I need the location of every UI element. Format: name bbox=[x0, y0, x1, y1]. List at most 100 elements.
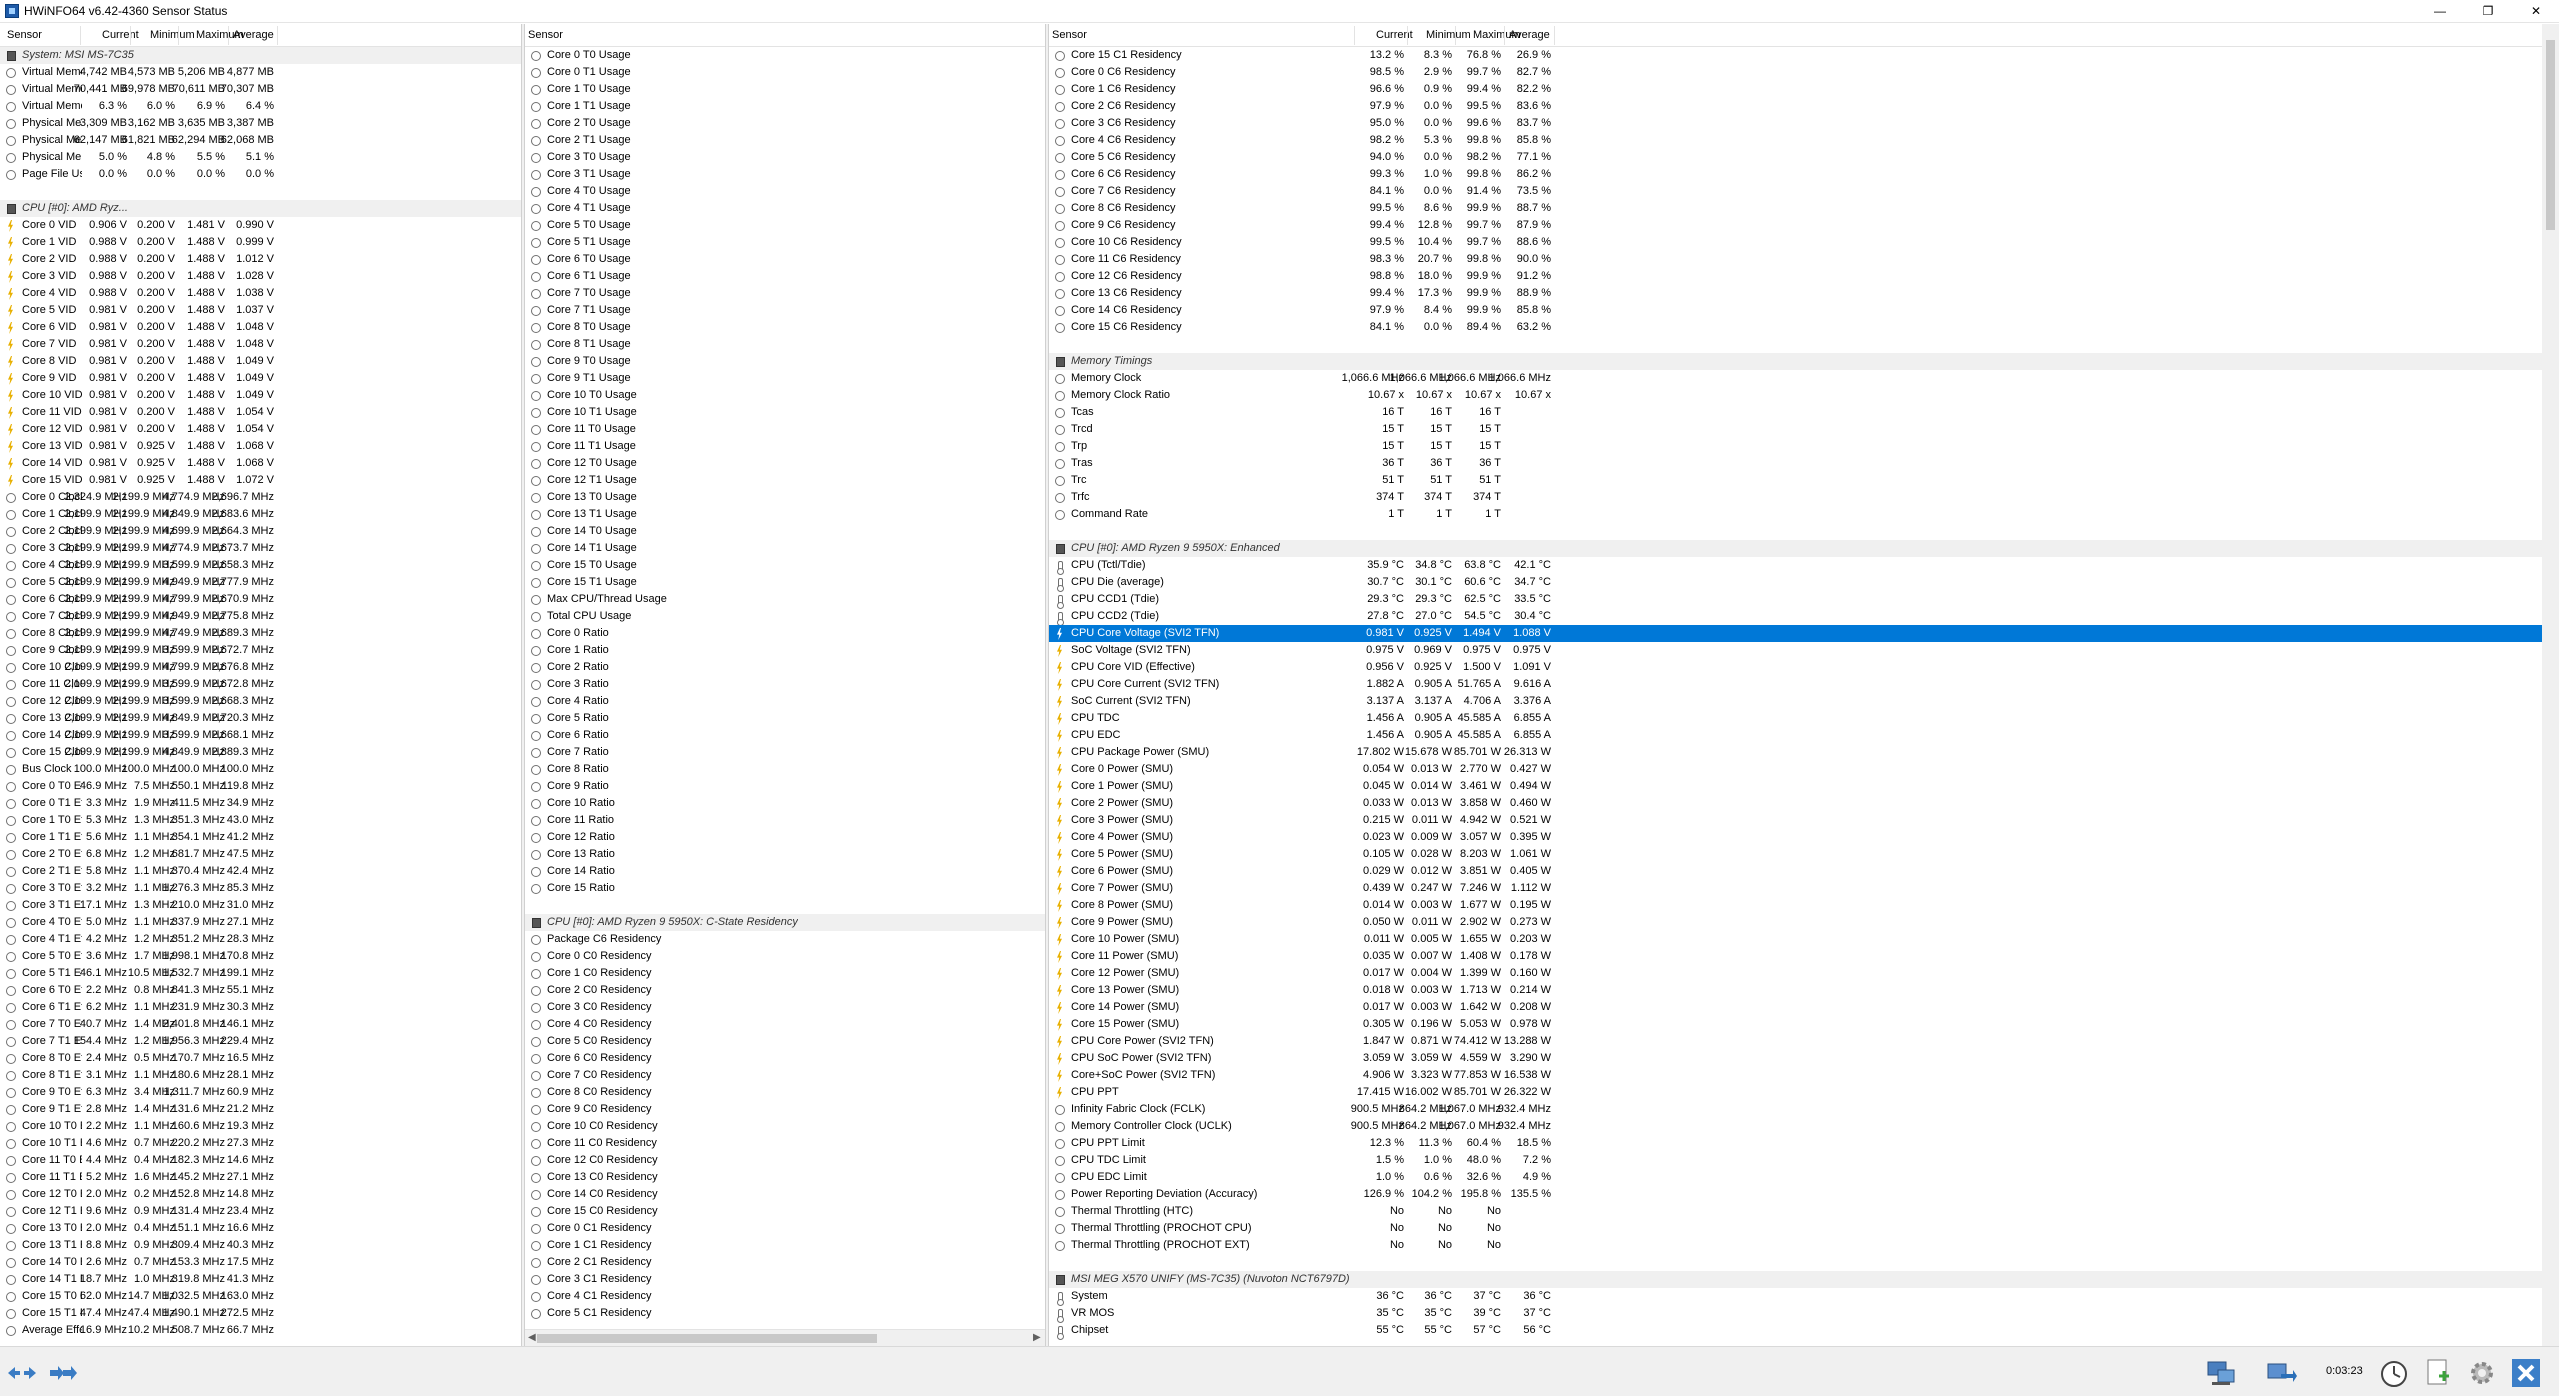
sensor-row-core-8-clock-perf[interactable]: Core 8 Clock (perf ...2,199.9 MHz2,199.9… bbox=[0, 625, 521, 642]
sensor-row-core-4-c6-residency[interactable]: Core 4 C6 Residency 98.2 % 5.3 % 99.8 % 85.8… bbox=[1049, 132, 2542, 149]
sensor-row-core-8-t1-usage[interactable]: Core 8 T1 Usage bbox=[525, 336, 1045, 353]
sensor-row-core-0-c0-residency[interactable]: Core 0 C0 Residency bbox=[525, 948, 1045, 965]
sensor-row-core-14-c0-residency[interactable]: Core 14 C0 Residency bbox=[525, 1186, 1045, 1203]
close-window-button[interactable]: ✕ bbox=[2513, 0, 2559, 22]
sensor-row-core-11-t0-usage[interactable]: Core 11 T0 Usage bbox=[525, 421, 1045, 438]
sensor-row-core-11-ratio[interactable]: Core 11 Ratio bbox=[525, 812, 1045, 829]
sensor-row-core-9-t1-usage[interactable]: Core 9 T1 Usage bbox=[525, 370, 1045, 387]
sensor-group-header[interactable]: CPU [#0]: AMD Ryzen 9 5950X: C-State Res… bbox=[525, 914, 1045, 931]
sensor-row-core-4-t1-effective[interactable]: Core 4 T1 Effective... 4.2 MHz 1.2 MHz351.… bbox=[0, 931, 521, 948]
sensor-row-core-11-vid[interactable]: Core 11 VID 0.981 V 0.200 V 1.488 V 1.054 V bbox=[0, 404, 521, 421]
sensor-row-core-8-ratio[interactable]: Core 8 Ratio bbox=[525, 761, 1045, 778]
sensor-row-soc-current-svi2-tfn[interactable]: SoC Current (SVI2 TFN) 3.137 A 3.137 A 4.70… bbox=[1049, 693, 2542, 710]
sensor-row-command-rate[interactable]: Command Rate 1 T 1 T 1 T bbox=[1049, 506, 2542, 523]
sensor-row-core-5-vid[interactable]: Core 5 VID 0.981 V 0.200 V 1.488 V 1.037 V bbox=[0, 302, 521, 319]
sensor-row-core-7-c6-residency[interactable]: Core 7 C6 Residency 84.1 % 0.0 % 91.4 % 73.5… bbox=[1049, 183, 2542, 200]
sensor-group-header[interactable]: CPU [#0]: AMD Ryz... bbox=[0, 200, 521, 217]
sensor-row-core-10-t0-usage[interactable]: Core 10 T0 Usage bbox=[525, 387, 1045, 404]
sensor-row-virtual-memory-com[interactable]: Virtual Memory Com...4,742 MB4,573 MB5,2… bbox=[0, 64, 521, 81]
sensor-row-chipset[interactable]: Chipset 55 °C 55 °C 57 °C 56 °C bbox=[1049, 1322, 2542, 1340]
sensor-row-core-5-t1-usage[interactable]: Core 5 T1 Usage bbox=[525, 234, 1045, 251]
sensor-row-average-effective[interactable]: Average Effective ...16.9 MHz10.2 MHz508… bbox=[0, 1322, 521, 1339]
sensor-group-header[interactable]: System: MSI MS-7C35 bbox=[0, 47, 521, 64]
sensor-row-core-14-t1-usage[interactable]: Core 14 T1 Usage bbox=[525, 540, 1045, 557]
sensor-panel-3[interactable]: Sensor Current Minimum Maximum Average C… bbox=[1049, 24, 2542, 1346]
sensor-row-core-3-clock-perf[interactable]: Core 3 Clock (perf ...2,199.9 MHz2,199.9… bbox=[0, 540, 521, 557]
sensor-row-core-15-clock-perf[interactable]: Core 15 Clock (perf...2,199.9 MHz2,199.9… bbox=[0, 744, 521, 761]
sensor-row-cpu-core-power-svi2-tfn[interactable]: CPU Core Power (SVI2 TFN) 1.847 W 0.871 W7… bbox=[1049, 1033, 2542, 1050]
sensor-row-core-7-t1-usage[interactable]: Core 7 T1 Usage bbox=[525, 302, 1045, 319]
sensor-row-core-10-vid[interactable]: Core 10 VID 0.981 V 0.200 V 1.488 V 1.049 V bbox=[0, 387, 521, 404]
sensor-row-core-8-c0-residency[interactable]: Core 8 C0 Residency bbox=[525, 1084, 1045, 1101]
header-sensor[interactable]: Sensor bbox=[7, 29, 42, 41]
sensor-row-core-1-t1-effective[interactable]: Core 1 T1 Effective... 5.6 MHz 1.1 MHz354.… bbox=[0, 829, 521, 846]
sensor-row-cpu-ppt-limit[interactable]: CPU PPT Limit 12.3 % 11.3 % 60.4 % 18.5 % bbox=[1049, 1135, 2542, 1152]
sensor-row-thermal-throttling-htc[interactable]: Thermal Throttling (HTC) No No No bbox=[1049, 1203, 2542, 1220]
sensor-row-memory-clock[interactable]: Memory Clock 1,066.6 MHz 1,066.6 MHz 1,066.… bbox=[1049, 370, 2542, 387]
sensor-row-core-15-c0-residency[interactable]: Core 15 C0 Residency bbox=[525, 1203, 1045, 1220]
sensor-row-power-reporting-deviation-accuracy[interactable]: Power Reporting Deviation (Accuracy) 126.… bbox=[1049, 1186, 2542, 1203]
sensor-row-core-7-clock-perf[interactable]: Core 7 Clock (perf ...2,199.9 MHz2,199.9… bbox=[0, 608, 521, 625]
sensor-row-cpu-ccd1-tdie[interactable]: CPU CCD1 (Tdie) 29.3 °C 29.3 °C 62.5 °C 33.5… bbox=[1049, 591, 2542, 609]
sensor-row-core-7-t1-effective[interactable]: Core 7 T1 Effective...154.4 MHz1.2 MHz1,… bbox=[0, 1033, 521, 1050]
sensor-row-core-3-t0-effective[interactable]: Core 3 T0 Effective...3.2 MHz1.1 MHz1,27… bbox=[0, 880, 521, 897]
panel-2-horizontal-scrollbar[interactable]: ◀ ▶ bbox=[525, 1329, 1045, 1346]
sensor-row-cpu-tdc-limit[interactable]: CPU TDC Limit 1.5 % 1.0 % 48.0 % 7.2 % bbox=[1049, 1152, 2542, 1169]
sensor-row-cpu-edc[interactable]: CPU EDC 1.456 A 0.905 A 45.585 A 6.855 A bbox=[1049, 727, 2542, 744]
sensor-row-core-11-t0-effectiv[interactable]: Core 11 T0 Effectiv... 4.4 MHz 0.4 MHz182.… bbox=[0, 1152, 521, 1169]
navigate-columns-button[interactable] bbox=[4, 1355, 38, 1389]
sensor-row-tcas[interactable]: Tcas 16 T 16 T 16 T bbox=[1049, 404, 2542, 421]
vertical-scrollbar[interactable] bbox=[2542, 24, 2559, 1346]
sensor-row-core-12-vid[interactable]: Core 12 VID 0.981 V 0.200 V 1.488 V 1.054 V bbox=[0, 421, 521, 438]
sensor-row-core-8-vid[interactable]: Core 8 VID 0.981 V 0.200 V 1.488 V 1.049 V bbox=[0, 353, 521, 370]
sensor-row-core-3-t1-effective[interactable]: Core 3 T1 Effective...17.1 MHz 1.3 MHz210… bbox=[0, 897, 521, 914]
sensor-row-core-13-t1-usage[interactable]: Core 13 T1 Usage bbox=[525, 506, 1045, 523]
sensor-row-core-13-ratio[interactable]: Core 13 Ratio bbox=[525, 846, 1045, 863]
sensor-row-infinity-fabric-clock-fclk[interactable]: Infinity Fabric Clock (FCLK) 900.5 MHz 864… bbox=[1049, 1101, 2542, 1118]
sensor-row-core-1-c6-residency[interactable]: Core 1 C6 Residency 96.6 % 0.9 % 99.4 % 82.2… bbox=[1049, 81, 2542, 98]
sensor-row-physical-memory-load[interactable]: Physical Memory Load 5.0 % 4.8 % 5.5 % 5.1 % bbox=[0, 149, 521, 166]
sensor-row-core-10-c6-residency[interactable]: Core 10 C6 Residency 99.5 % 10.4 % 99.7 % 88… bbox=[1049, 234, 2542, 251]
sensor-row-core-9-t0-effective[interactable]: Core 9 T0 Effective...6.3 MHz3.4 MHz1,31… bbox=[0, 1084, 521, 1101]
settings-button[interactable] bbox=[2464, 1355, 2498, 1389]
sensor-row-core-5-c1-residency[interactable]: Core 5 C1 Residency bbox=[525, 1305, 1045, 1322]
sensor-row-core-11-t1-usage[interactable]: Core 11 T1 Usage bbox=[525, 438, 1045, 455]
sensor-row-core-12-power-smu[interactable]: Core 12 Power (SMU) 0.017 W 0.004 W 1.399 W… bbox=[1049, 965, 2542, 982]
minimize-button[interactable]: — bbox=[2417, 0, 2463, 22]
sensor-row-core-6-ratio[interactable]: Core 6 Ratio bbox=[525, 727, 1045, 744]
sensor-row-core-10-t1-effectiv[interactable]: Core 10 T1 Effectiv... 4.6 MHz 0.7 MHz220.… bbox=[0, 1135, 521, 1152]
sensor-row-core-15-power-smu[interactable]: Core 15 Power (SMU) 0.305 W 0.196 W 5.053 W… bbox=[1049, 1016, 2542, 1033]
sensor-row-core-7-ratio[interactable]: Core 7 Ratio bbox=[525, 744, 1045, 761]
sensor-row-core-9-t1-effective[interactable]: Core 9 T1 Effective... 2.8 MHz 1.4 MHz131.… bbox=[0, 1101, 521, 1118]
sensor-row-core-13-t0-effectiv[interactable]: Core 13 T0 Effectiv... 2.0 MHz 0.4 MHz151.… bbox=[0, 1220, 521, 1237]
sensor-row-core-6-t1-effective[interactable]: Core 6 T1 Effective... 6.2 MHz 1.1 MHz231.… bbox=[0, 999, 521, 1016]
sensor-row-core-1-vid[interactable]: Core 1 VID 0.988 V 0.200 V 1.488 V 0.999 V bbox=[0, 234, 521, 251]
sensor-row-core-12-t1-effectiv[interactable]: Core 12 T1 Effectiv... 9.6 MHz 0.9 MHz131.… bbox=[0, 1203, 521, 1220]
sensor-row-core-2-t0-effective[interactable]: Core 2 T0 Effective... 6.8 MHz 1.2 MHz681.… bbox=[0, 846, 521, 863]
sensor-row-tras[interactable]: Tras 36 T 36 T 36 T bbox=[1049, 455, 2542, 472]
sensor-row-core-13-c0-residency[interactable]: Core 13 C0 Residency bbox=[525, 1169, 1045, 1186]
sensor-row-core-7-t0-effective[interactable]: Core 7 T0 Effective...40.7 MHz1.4 MHz2,4… bbox=[0, 1016, 521, 1033]
sensor-row-core-0-power-smu[interactable]: Core 0 Power (SMU) 0.054 W 0.013 W 2.770 W 0… bbox=[1049, 761, 2542, 778]
sensor-row-core-6-t0-usage[interactable]: Core 6 T0 Usage bbox=[525, 251, 1045, 268]
header-minimum[interactable]: Minimum bbox=[150, 29, 195, 41]
sensor-row-cpu-edc-limit[interactable]: CPU EDC Limit 1.0 % 0.6 % 32.6 % 4.9 % bbox=[1049, 1169, 2542, 1186]
sensor-row-core-11-c6-residency[interactable]: Core 11 C6 Residency 98.3 % 20.7 % 99.8 % 90… bbox=[1049, 251, 2542, 268]
sensor-row-core-9-power-smu[interactable]: Core 9 Power (SMU) 0.050 W 0.011 W 2.902 W 0… bbox=[1049, 914, 2542, 931]
sensor-row-physical-memory-av[interactable]: Physical Memory Av...62,147 MB61,821 MB6… bbox=[0, 132, 521, 149]
sensor-row-core-2-power-smu[interactable]: Core 2 Power (SMU) 0.033 W 0.013 W 3.858 W 0… bbox=[1049, 795, 2542, 812]
sensor-row-core-15-t1-effectiv[interactable]: Core 15 T1 Effectiv...47.4 MHz47.4 MHz1,… bbox=[0, 1305, 521, 1322]
sensor-row-core-1-t0-effective[interactable]: Core 1 T0 Effective... 5.3 MHz 1.3 MHz351.… bbox=[0, 812, 521, 829]
sensor-row-trcd[interactable]: Trcd 15 T 15 T 15 T bbox=[1049, 421, 2542, 438]
sensor-row-core-3-t0-usage[interactable]: Core 3 T0 Usage bbox=[525, 149, 1045, 166]
sensor-row-core-6-t1-usage[interactable]: Core 6 T1 Usage bbox=[525, 268, 1045, 285]
sensor-row-core-2-t0-usage[interactable]: Core 2 T0 Usage bbox=[525, 115, 1045, 132]
sensor-row-core-3-c6-residency[interactable]: Core 3 C6 Residency 95.0 % 0.0 % 99.6 % 83.7… bbox=[1049, 115, 2542, 132]
sensor-row-core-11-c0-residency[interactable]: Core 11 C0 Residency bbox=[525, 1135, 1045, 1152]
sensor-row-system[interactable]: System 36 °C 36 °C 37 °C 36 °C bbox=[1049, 1288, 2542, 1306]
sensor-row-core-6-t0-effective[interactable]: Core 6 T0 Effective... 2.2 MHz 0.8 MHz841.… bbox=[0, 982, 521, 999]
sensor-row-core-1-c0-residency[interactable]: Core 1 C0 Residency bbox=[525, 965, 1045, 982]
sensor-row-trp[interactable]: Trp 15 T 15 T 15 T bbox=[1049, 438, 2542, 455]
sensor-row-virtual-memory-load[interactable]: Virtual Memory Load 6.3 % 6.0 % 6.9 % 6.4 % bbox=[0, 98, 521, 115]
sensor-row-core-15-t0-usage[interactable]: Core 15 T0 Usage bbox=[525, 557, 1045, 574]
